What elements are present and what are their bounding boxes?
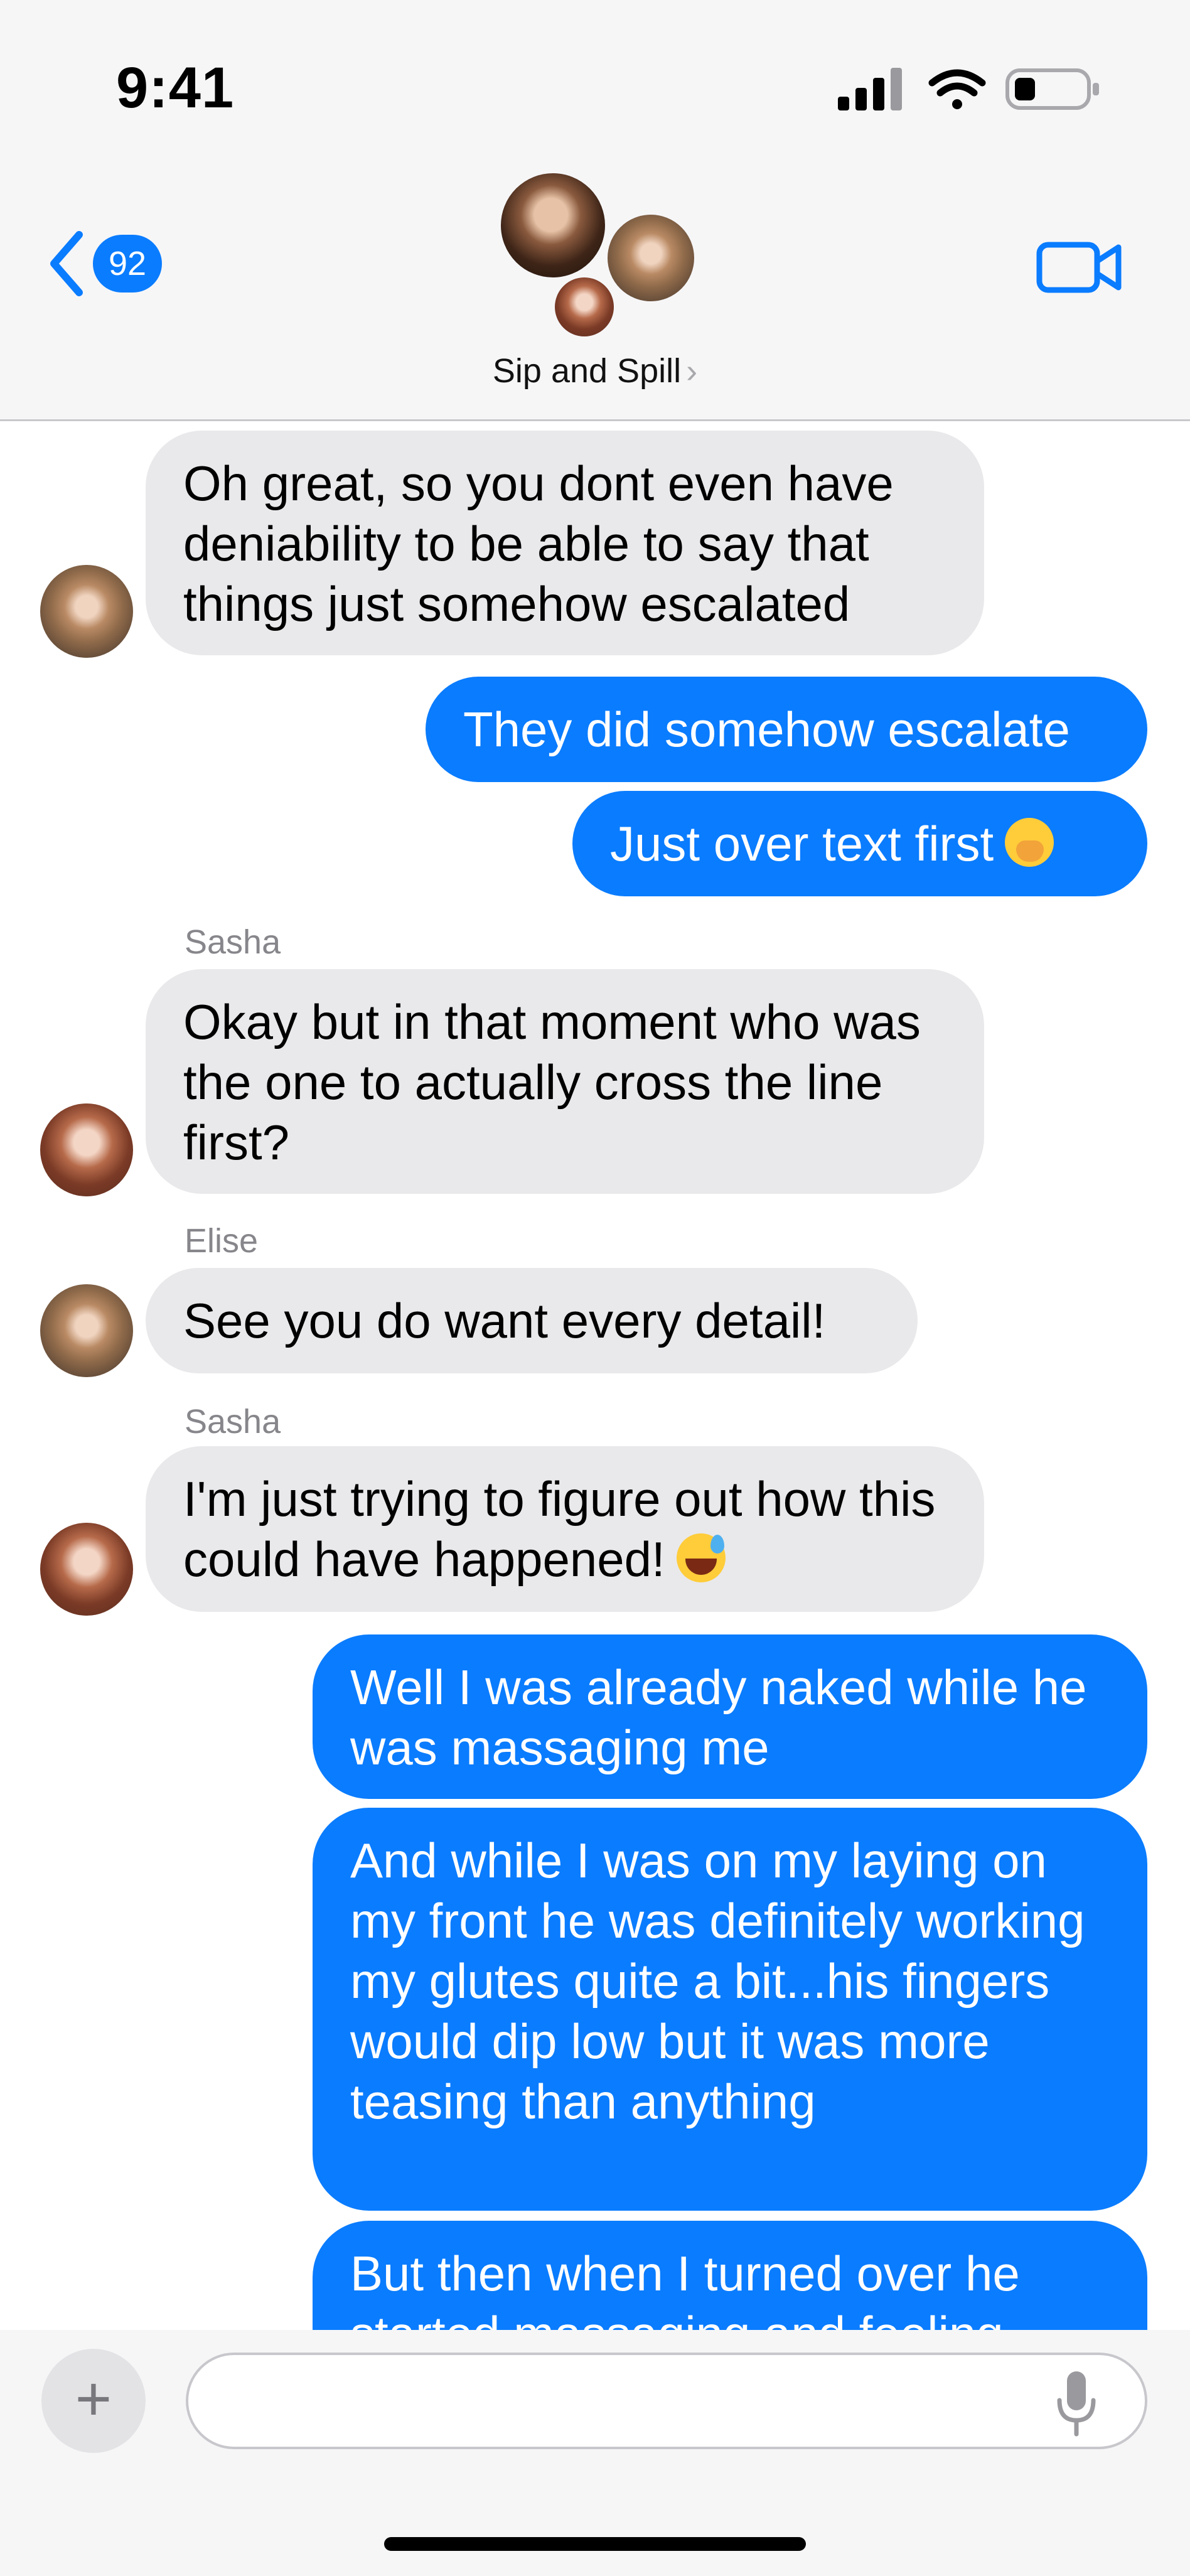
avatar[interactable] <box>40 565 133 658</box>
message-thread[interactable]: Oh great, so you dont even have deniabil… <box>0 419 1190 2330</box>
message-text: Oh great, so you dont even have deniabil… <box>183 456 894 631</box>
back-chevron-icon <box>50 231 83 296</box>
face-with-hand-over-mouth-icon <box>1005 818 1054 867</box>
message-text: They did somehow escalate <box>463 702 1070 757</box>
sender-name: Sasha <box>185 1403 281 1441</box>
message-bubble-incoming[interactable]: I'm just trying to figure out how this c… <box>146 1446 984 1612</box>
avatar[interactable] <box>40 1523 133 1616</box>
battery-icon <box>1005 68 1099 110</box>
group-name[interactable]: Sip and Spill › <box>0 352 1190 390</box>
sender-name: Sasha <box>185 923 281 961</box>
grinning-face-with-sweat-icon <box>676 1533 726 1582</box>
message-text: Well I was already naked while he was ma… <box>350 1660 1087 1775</box>
conversation-header: 9:41 92 Sip and Spill › <box>0 0 1190 421</box>
status-icons <box>838 68 1099 110</box>
status-time: 9:41 <box>116 56 235 120</box>
message-bubble-outgoing[interactable]: And while I was on my laying on my front… <box>313 1808 1147 2211</box>
message-bubble-outgoing[interactable]: But then when I turned over he started m… <box>313 2221 1147 2330</box>
message-text: Just over text first <box>610 816 994 871</box>
group-avatar-secondary[interactable] <box>604 211 698 305</box>
wifi-icon <box>928 69 986 109</box>
cellular-signal-icon <box>838 68 902 110</box>
message-text: See you do want every detail! <box>183 1293 826 1348</box>
message-text: And while I was on my laying on my front… <box>350 1833 1085 2129</box>
message-bubble-incoming[interactable]: See you do want every detail! <box>146 1268 918 1373</box>
message-bubble-outgoing[interactable]: They did somehow escalate <box>426 677 1147 782</box>
message-text: Okay but in that moment who was the one … <box>183 994 921 1170</box>
group-avatar-primary[interactable] <box>497 169 609 281</box>
message-bubble-incoming[interactable]: Okay but in that moment who was the one … <box>146 969 984 1194</box>
home-indicator[interactable] <box>384 2537 806 2551</box>
message-composer: + <box>0 2330 1190 2576</box>
microphone-icon[interactable] <box>1054 2369 1098 2438</box>
avatar[interactable] <box>40 1103 133 1196</box>
message-bubble-outgoing[interactable]: Just over text first <box>572 791 1147 896</box>
chevron-right-icon: › <box>686 352 698 390</box>
back-button[interactable]: 92 <box>49 229 174 298</box>
group-avatar-tertiary[interactable] <box>551 274 618 340</box>
sender-name: Elise <box>185 1222 259 1260</box>
message-input[interactable] <box>186 2353 1147 2449</box>
plus-icon[interactable]: + <box>41 2349 146 2453</box>
message-text: I'm just trying to figure out how this c… <box>183 1471 936 1587</box>
video-call-icon[interactable] <box>1036 236 1123 299</box>
group-name-label: Sip and Spill <box>492 352 682 390</box>
unread-count-badge: 92 <box>93 235 162 292</box>
message-bubble-incoming[interactable]: Oh great, so you dont even have deniabil… <box>146 431 984 655</box>
message-bubble-outgoing[interactable]: Well I was already naked while he was ma… <box>313 1634 1147 1799</box>
message-text: But then when I turned over he started m… <box>350 2246 1020 2330</box>
avatar[interactable] <box>40 1284 133 1377</box>
